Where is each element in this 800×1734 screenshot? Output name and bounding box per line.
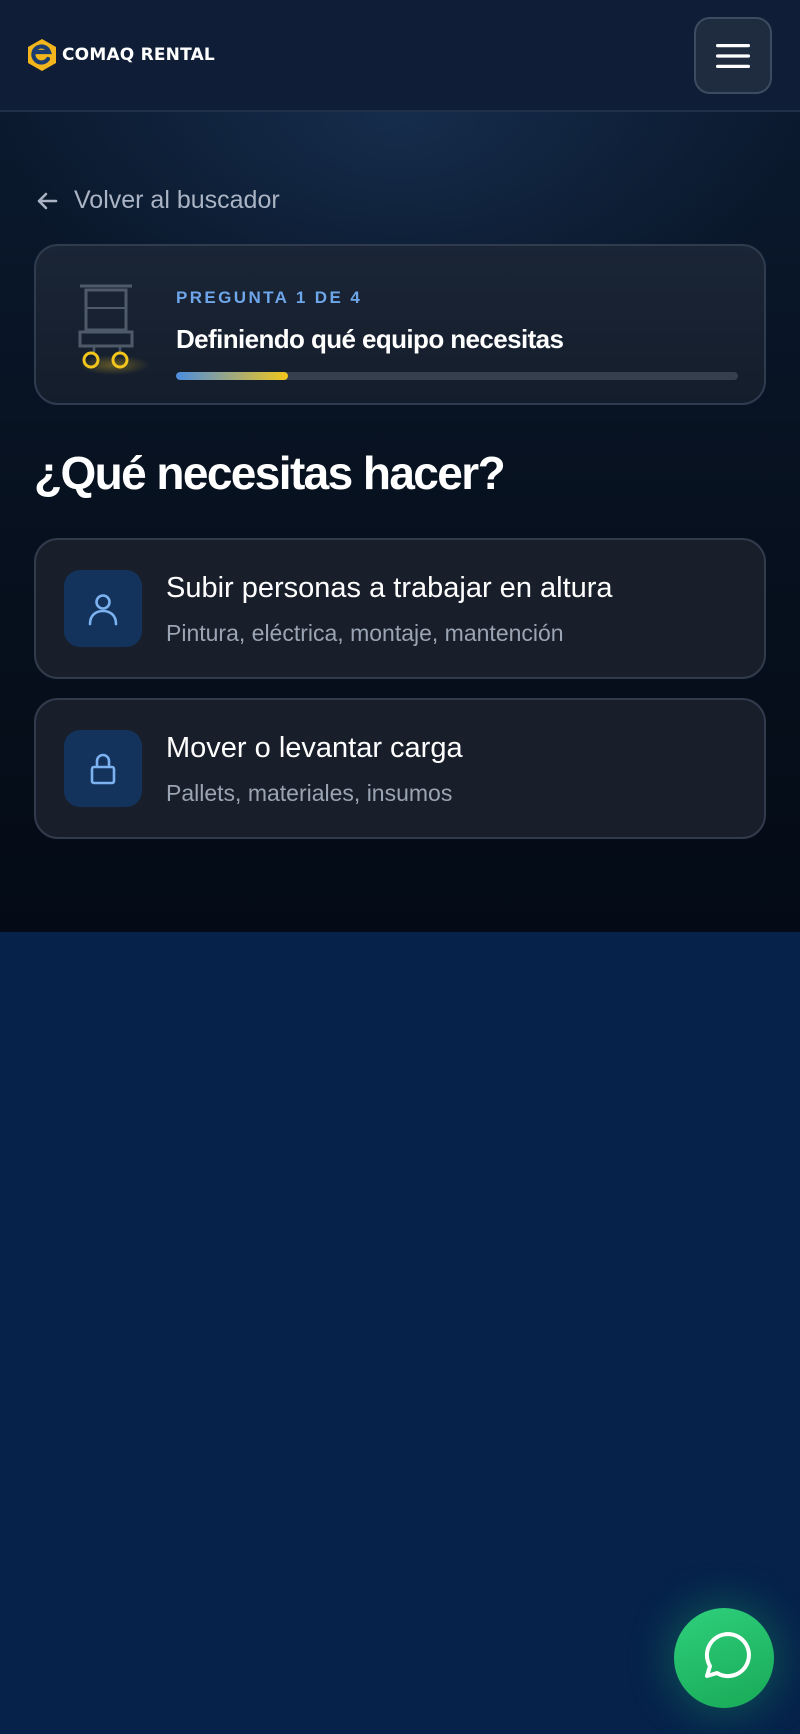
site-header: COMAQ RENTAL (0, 0, 800, 112)
question-title: ¿Qué necesitas hacer? (34, 447, 506, 499)
option-subtitle: Pallets, materiales, insumos (166, 780, 453, 806)
progress-card: PREGUNTA 1 DE 4 Definiendo qué equipo ne… (34, 244, 766, 405)
progress-bar (176, 372, 738, 380)
person-icon (88, 593, 118, 625)
scissor-lift-icon (78, 284, 150, 375)
lock-icon (90, 753, 116, 784)
brand-logo-icon (28, 39, 56, 71)
option-card-move-cargo[interactable]: Mover o levantar carga Pallets, material… (34, 698, 766, 839)
brand-logo[interactable]: COMAQ RENTAL (26, 38, 215, 72)
step-counter: PREGUNTA 1 DE 4 (176, 288, 363, 307)
hamburger-menu-icon (716, 43, 750, 68)
menu-button[interactable] (694, 17, 772, 94)
whatsapp-icon (704, 1632, 751, 1679)
arrow-left-icon (37, 192, 58, 209)
option-card-work-at-height[interactable]: Subir personas a trabajar en altura Pint… (34, 538, 766, 679)
back-link-label: Volver al buscador (74, 186, 280, 214)
whatsapp-chat-button[interactable] (674, 1608, 774, 1708)
back-to-search-link[interactable]: Volver al buscador (36, 186, 280, 215)
option-subtitle: Pintura, eléctrica, montaje, mantención (166, 620, 564, 646)
option-title: Subir personas a trabajar en altura (166, 572, 613, 604)
option-icon-box (64, 730, 142, 807)
brand-logo-text: COMAQ RENTAL (62, 45, 215, 65)
option-icon-box (64, 570, 142, 647)
progress-bar-fill (176, 372, 289, 380)
step-title: Definiendo qué equipo necesitas (176, 324, 564, 354)
option-title: Mover o levantar carga (166, 732, 463, 764)
